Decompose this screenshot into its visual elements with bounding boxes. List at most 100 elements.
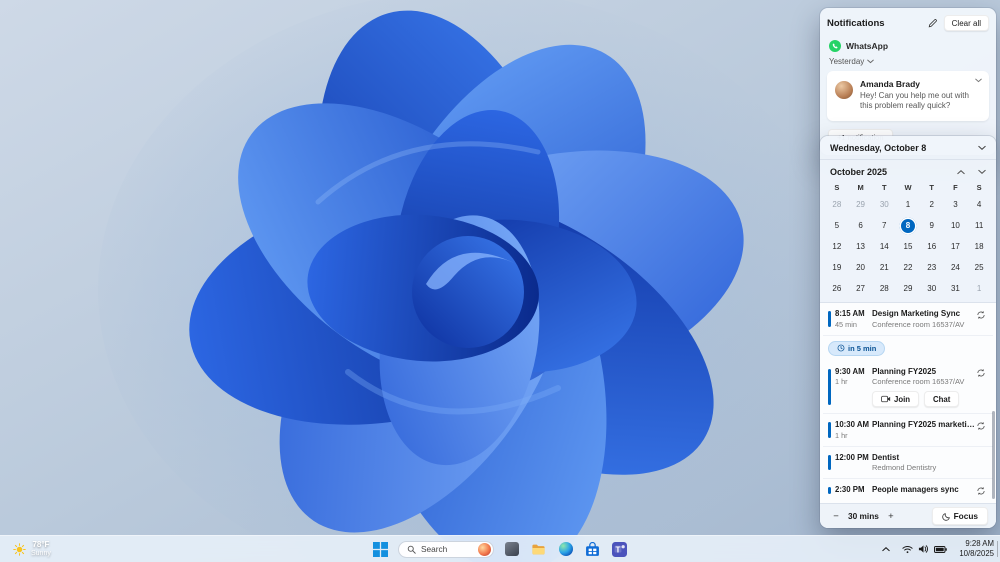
sun-icon	[13, 542, 26, 556]
windows-logo-icon	[373, 541, 388, 557]
teams-icon: T	[612, 541, 627, 557]
event-title: Design Marketing Sync	[872, 309, 961, 318]
chevron-down-icon	[867, 59, 875, 64]
calendar-day[interactable]: 29	[849, 194, 873, 215]
calendar-day[interactable]: 15	[896, 236, 920, 257]
event-row[interactable]: 2:30 PM People managers sync	[823, 479, 993, 502]
calendar-day[interactable]: 6	[849, 215, 873, 236]
svg-text:T: T	[616, 545, 621, 554]
taskbar-app-button[interactable]: T	[610, 540, 629, 559]
clear-all-button[interactable]: Clear all	[943, 15, 989, 31]
event-accent-bar	[828, 311, 831, 327]
taskbar-app-button[interactable]	[583, 540, 602, 559]
calendar-day[interactable]: 21	[872, 257, 896, 278]
day-of-week-label: T	[881, 183, 887, 192]
reminder-badge-label: in 5 min	[848, 343, 877, 353]
event-location: Conference room 16537/AV	[872, 377, 965, 386]
calendar-day[interactable]: 4	[967, 194, 991, 215]
calendar-day[interactable]: 24	[944, 257, 968, 278]
calendar-day[interactable]: 26	[825, 278, 849, 299]
search-daily-image[interactable]	[478, 542, 491, 556]
next-month-icon[interactable]	[978, 169, 986, 175]
taskbar-app-button[interactable]	[502, 540, 521, 559]
event-row[interactable]: 9:30 AM 1 hr Planning FY2025 Conference …	[823, 361, 993, 414]
notification-group-toggle[interactable]: Yesterday	[829, 57, 989, 66]
calendar-day[interactable]: 5	[825, 215, 849, 236]
calendar-day[interactable]: 3	[944, 194, 968, 215]
notifications-header: Notifications Clear all	[827, 15, 989, 31]
reminder-badge[interactable]: in 5 min	[828, 340, 886, 356]
whatsapp-icon	[829, 40, 841, 52]
chevron-down-icon[interactable]	[975, 78, 982, 83]
taskbar-app-button[interactable]	[556, 540, 575, 559]
notification-card[interactable]: Amanda Brady Hey! Can you help me out wi…	[827, 71, 989, 121]
event-title: Planning FY2025	[872, 366, 937, 376]
calendar-day[interactable]: 28	[872, 278, 896, 299]
quick-settings-button[interactable]	[898, 541, 951, 557]
chat-button[interactable]: Chat	[924, 391, 960, 407]
calendar-day[interactable]: 14	[872, 236, 896, 257]
calendar-day[interactable]: 19	[825, 257, 849, 278]
calendar-day[interactable]: 29	[896, 278, 920, 299]
day-of-week-row: S M T W T F S	[825, 180, 991, 194]
calendar-day[interactable]: 18	[967, 236, 991, 257]
event-row[interactable]: 8:15 AM 45 min Design Marketing Sync Con…	[823, 303, 993, 336]
calendar-day[interactable]: 30	[920, 278, 944, 299]
collapse-calendar-icon[interactable]	[978, 145, 986, 151]
calendar-day[interactable]: 16	[920, 236, 944, 257]
calendar-day-selected[interactable]: 8	[896, 215, 920, 236]
calendar-day[interactable]: 30	[872, 194, 896, 215]
app-icon	[504, 542, 519, 556]
calendar-day[interactable]: 1	[896, 194, 920, 215]
calendar-day[interactable]: 13	[849, 236, 873, 257]
avatar	[835, 81, 853, 99]
calendar-day[interactable]: 9	[920, 215, 944, 236]
focus-button[interactable]: Focus	[931, 507, 988, 525]
calendar-day[interactable]: 31	[944, 278, 968, 299]
weather-condition: Sunny	[31, 549, 51, 557]
day-of-week-label: M	[857, 183, 864, 192]
event-row[interactable]: 10:30 AM 1 hr Planning FY2025 marketing	[823, 414, 993, 447]
system-tray: 9:28 AM 10/8/2025	[882, 536, 994, 562]
calendar-day[interactable]: 17	[944, 236, 968, 257]
tray-time: 9:28 AM	[965, 538, 994, 548]
calendar-day[interactable]: 27	[849, 278, 873, 299]
previous-month-icon[interactable]	[957, 169, 965, 175]
notification-settings-icon[interactable]	[928, 18, 938, 28]
calendar-day[interactable]: 12	[825, 236, 849, 257]
event-title: Planning FY2025 marketing	[872, 420, 976, 429]
event-time: 8:15 AM	[835, 309, 865, 318]
calendar-day[interactable]: 1	[967, 278, 991, 299]
calendar-day[interactable]: 10	[944, 215, 968, 236]
widgets-button[interactable]: 78°F Sunny	[4, 536, 60, 562]
event-row[interactable]: 12:00 PM Dentist Redmond Dentistry	[823, 447, 993, 479]
decrease-duration-button[interactable]: −	[828, 508, 844, 524]
notification-group-label: Yesterday	[829, 57, 865, 66]
calendar-day[interactable]: 7	[872, 215, 896, 236]
calendar-day[interactable]: 20	[849, 257, 873, 278]
search-label: Search	[421, 544, 448, 554]
calendar-month-row: October 2025	[820, 160, 996, 179]
start-button[interactable]	[371, 540, 390, 559]
notification-center: Notifications Clear all WhatsApp Yesterd…	[820, 8, 996, 155]
taskbar-app-button[interactable]	[529, 540, 548, 559]
event-time: 10:30 AM	[835, 420, 869, 429]
agenda-list: 8:15 AM 45 min Design Marketing Sync Con…	[820, 302, 996, 503]
increase-duration-button[interactable]: +	[883, 508, 899, 524]
event-time: 12:00 PM	[835, 452, 869, 462]
search-box[interactable]: Search	[398, 540, 494, 558]
calendar-day[interactable]: 28	[825, 194, 849, 215]
clock[interactable]: 9:28 AM 10/8/2025	[959, 539, 994, 559]
calendar-day[interactable]: 23	[920, 257, 944, 278]
event-time: 2:30 PM	[835, 485, 865, 494]
calendar-day[interactable]: 2	[920, 194, 944, 215]
calendar-day[interactable]: 25	[967, 257, 991, 278]
tray-overflow-chevron-icon[interactable]	[882, 546, 891, 552]
calendar-day[interactable]: 22	[896, 257, 920, 278]
join-button[interactable]: Join	[872, 391, 920, 407]
agenda-scrollbar[interactable]	[992, 411, 995, 499]
calendar-grid: S M T W T F S 28 29 30 1 2 3 4 5 6 7 8 9	[820, 179, 996, 302]
calendar-day[interactable]: 11	[967, 215, 991, 236]
event-accent-bar	[828, 487, 831, 494]
day-of-week-label: S	[976, 183, 982, 192]
